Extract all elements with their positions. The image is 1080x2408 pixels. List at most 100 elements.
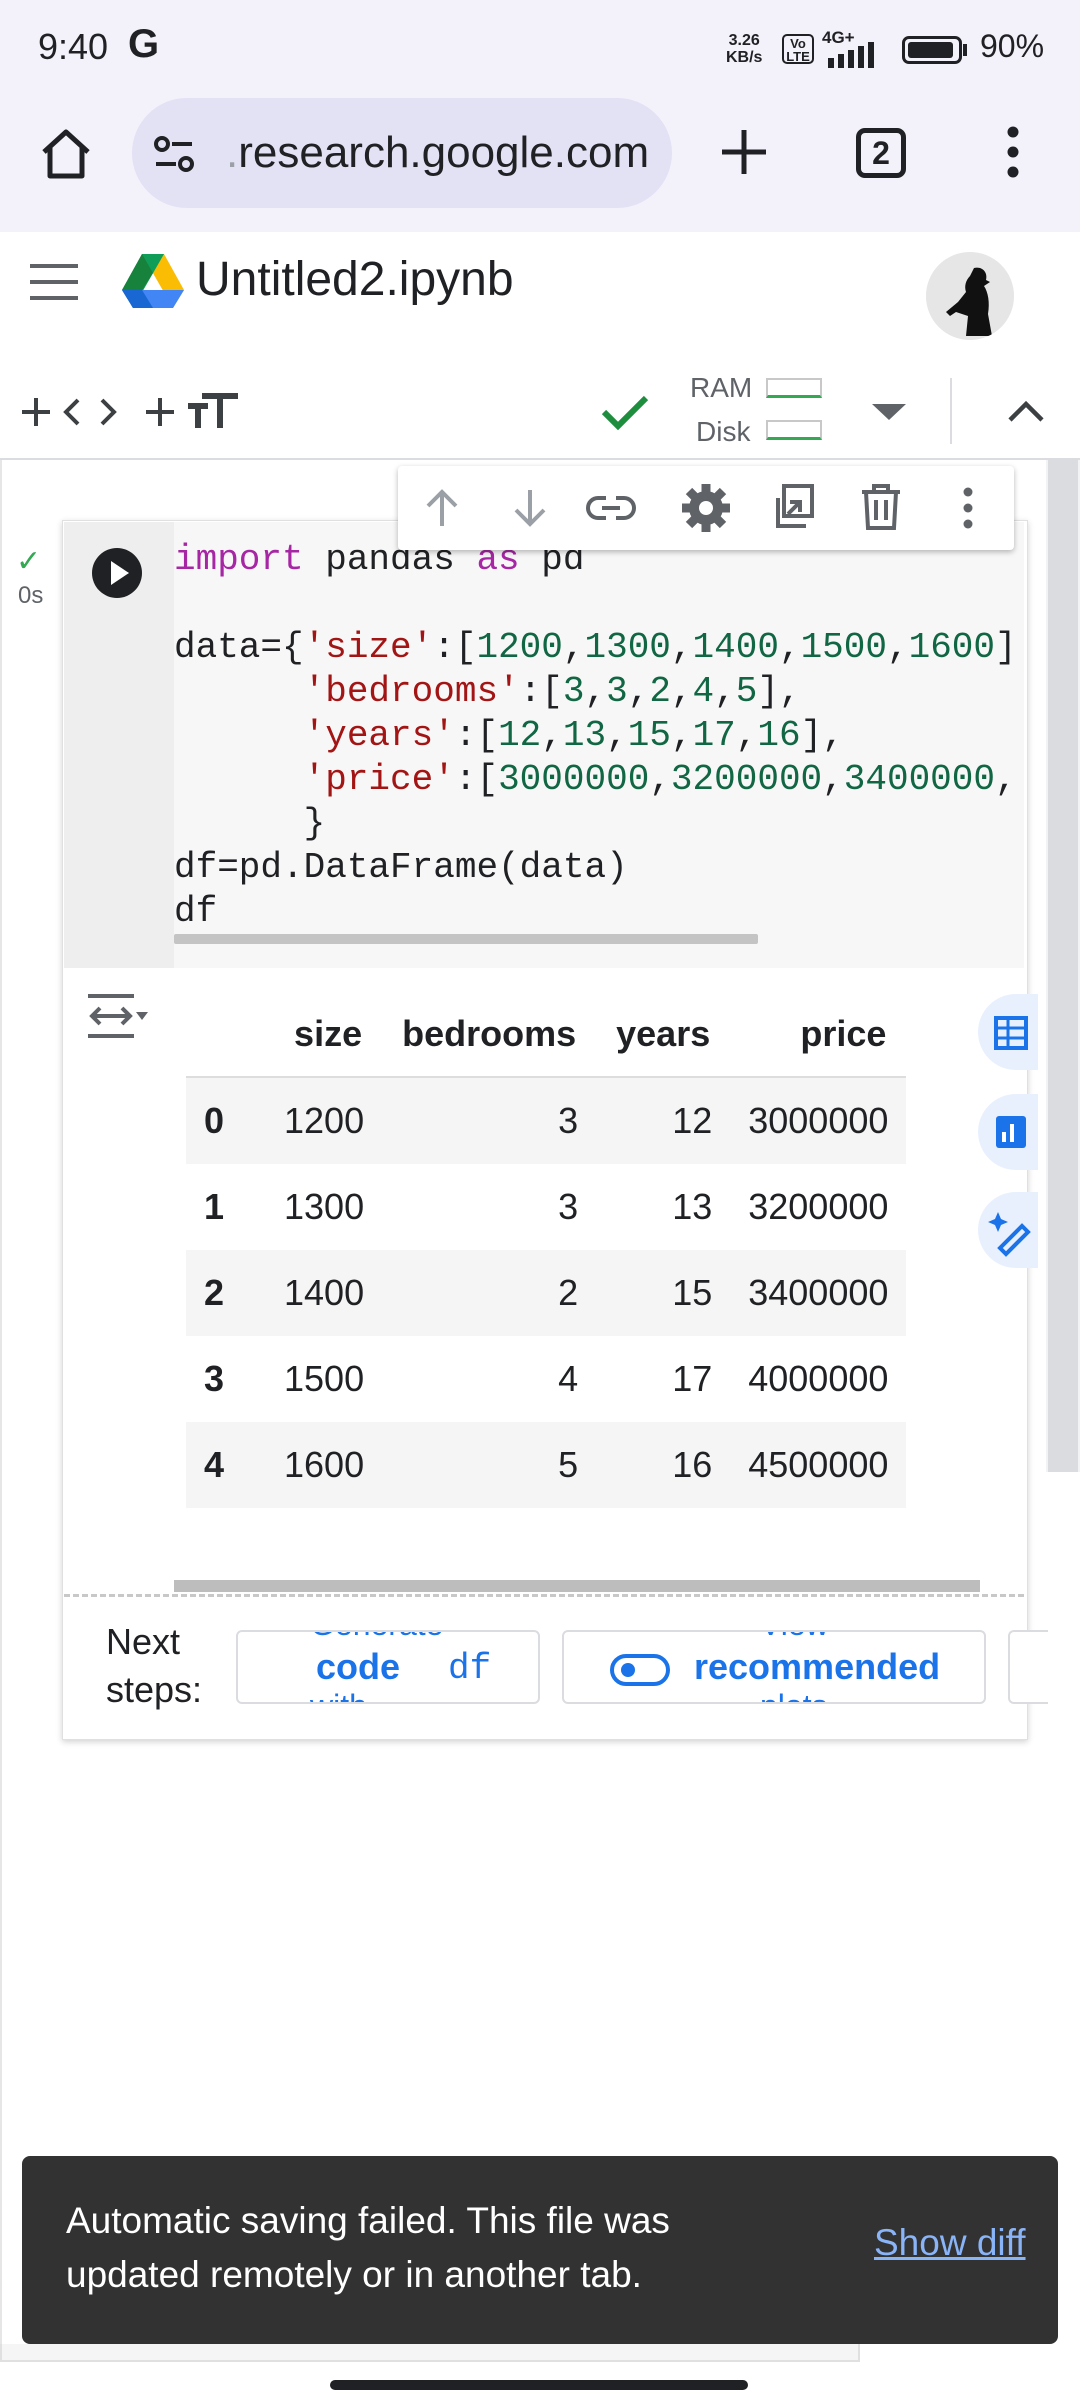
cell-size: 1400 (266, 1250, 383, 1336)
cell-toolbar (398, 466, 1014, 550)
output-scrollbar[interactable] (174, 1580, 980, 1592)
network-speed-value: 3.26 (728, 32, 760, 49)
cell-price: 3000000 (730, 1077, 907, 1164)
row-index: 0 (186, 1077, 266, 1164)
collapse-icon[interactable] (1006, 398, 1046, 424)
move-down-icon[interactable] (508, 486, 552, 530)
cell-size: 1200 (266, 1077, 383, 1164)
gesture-bar[interactable] (330, 2380, 748, 2390)
chip2-bottom-text: plots (760, 1688, 828, 1702)
more-vert-icon[interactable] (1000, 124, 1026, 180)
url-text-domain: research.google.com (238, 128, 650, 177)
cell-size: 1600 (266, 1422, 383, 1508)
cell-more-icon[interactable] (958, 486, 978, 530)
status-time: 9:40 (38, 26, 109, 67)
cell-bedrooms: 5 (382, 1422, 597, 1508)
volte-bottom: LTE (786, 49, 810, 64)
cell-bedrooms: 3 (558, 1186, 579, 1227)
delete-icon[interactable] (860, 482, 902, 532)
cell-years: 12 (596, 1077, 731, 1164)
table-row: 4 1600 5 16 4500000 (186, 1422, 907, 1508)
notebook-left-border (0, 460, 2, 2360)
chip2-main-text: recommended (694, 1646, 941, 1687)
url-text[interactable]: .research.google.com (226, 128, 649, 178)
column-header: price (730, 992, 907, 1078)
output-divider (64, 1594, 1024, 1597)
avatar-silhouette-icon (926, 252, 1014, 340)
output-toggle-icon[interactable] (86, 990, 150, 1042)
code-line: 'bedrooms':[3,3,2,4,5], (303, 671, 801, 712)
disk-meter[interactable] (766, 420, 822, 440)
link-icon[interactable] (586, 486, 636, 530)
toolbar-divider (950, 378, 952, 444)
avatar[interactable] (926, 252, 1014, 340)
chart-button[interactable] (978, 1094, 1038, 1170)
battery-tip (963, 44, 967, 56)
generate-code-chip[interactable]: Generate code df with (236, 1630, 540, 1704)
ram-meter[interactable] (766, 378, 822, 398)
move-up-icon[interactable] (420, 486, 464, 530)
disk-label: Disk (696, 416, 751, 447)
magic-icon (988, 1212, 1031, 1257)
recommended-plots-chip[interactable]: View recommended plots (562, 1630, 986, 1704)
run-icon (111, 561, 129, 585)
column-header: bedrooms (382, 992, 597, 1078)
signal-icon (828, 42, 874, 68)
site-settings-icon[interactable] (152, 134, 200, 174)
google-g-icon: G (128, 22, 160, 66)
volte-icon: Vo LTE (782, 34, 814, 64)
add-text-button[interactable] (146, 392, 242, 432)
cell-years: 16 (596, 1422, 731, 1508)
column-header: years (596, 992, 731, 1078)
code-line: 'price':[3000000,3200000,3400000, (303, 759, 1017, 800)
index-header (186, 992, 266, 1078)
tab-switcher-icon[interactable]: 2 (856, 128, 906, 178)
code-line: } (174, 803, 326, 844)
cell-years: 15 (596, 1250, 731, 1336)
run-button[interactable] (92, 548, 142, 598)
column-header: size (266, 992, 383, 1078)
table-row: 1 1300 3 13 3200000 (186, 1164, 906, 1250)
cell-bedrooms: 3 (382, 1077, 597, 1164)
network-speed-unit: KB/s (726, 49, 763, 66)
code-line: df (174, 891, 218, 932)
more-chip[interactable] (1008, 1630, 1048, 1704)
show-diff-link[interactable]: Show diff (874, 2222, 1026, 2264)
code-line: data={'size':[1200,1300,1400,1500,1600] (174, 627, 1017, 668)
cell-price: 3200000 (748, 1186, 889, 1227)
cell-price: 4000000 (748, 1358, 889, 1399)
notebook-title[interactable]: Untitled2.ipynb (196, 252, 514, 307)
mirror-cell-icon[interactable] (768, 482, 816, 532)
code-scrollbar[interactable] (174, 934, 758, 944)
add-code-icon (22, 398, 117, 426)
cell-size: 1300 (284, 1186, 365, 1227)
chip1-var-text: df (448, 1648, 492, 1689)
dropdown-icon[interactable] (872, 402, 906, 422)
home-icon[interactable] (38, 126, 94, 182)
toggle-icon (610, 1654, 670, 1686)
next-steps-label: Next steps: (106, 1618, 202, 1714)
dataframe-table: size bedrooms years price 0 1200 3 12 30… (186, 992, 907, 1508)
row-index: 3 (204, 1358, 225, 1399)
magic-button[interactable] (978, 1192, 1038, 1268)
settings-icon[interactable] (680, 482, 732, 534)
table-view-icon (994, 1016, 1028, 1050)
code-text[interactable]: import pandas as pd data={'size':[1200,1… (174, 538, 1024, 938)
table-row: 0 1200 3 12 3000000 (186, 1077, 907, 1164)
notebook-scrollbar-thumb[interactable] (1048, 460, 1078, 1472)
new-tab-icon[interactable] (718, 126, 770, 178)
cell-price: 4500000 (730, 1422, 907, 1508)
next-steps-line1: Next (106, 1621, 181, 1662)
battery-fill (908, 42, 953, 58)
next-steps-line2: steps: (106, 1669, 203, 1710)
menu-icon[interactable] (28, 262, 80, 302)
add-text-icon (146, 393, 238, 428)
battery-icon (902, 36, 962, 64)
cell-bedrooms: 4 (558, 1358, 579, 1399)
table-row: 3 1500 4 17 4000000 (186, 1336, 906, 1422)
table-view-button[interactable] (978, 994, 1038, 1070)
row-index: 1 (204, 1186, 225, 1227)
connected-check-icon[interactable] (602, 394, 648, 430)
bottom-scroll-track (0, 2344, 860, 2362)
add-code-button[interactable] (22, 392, 134, 432)
